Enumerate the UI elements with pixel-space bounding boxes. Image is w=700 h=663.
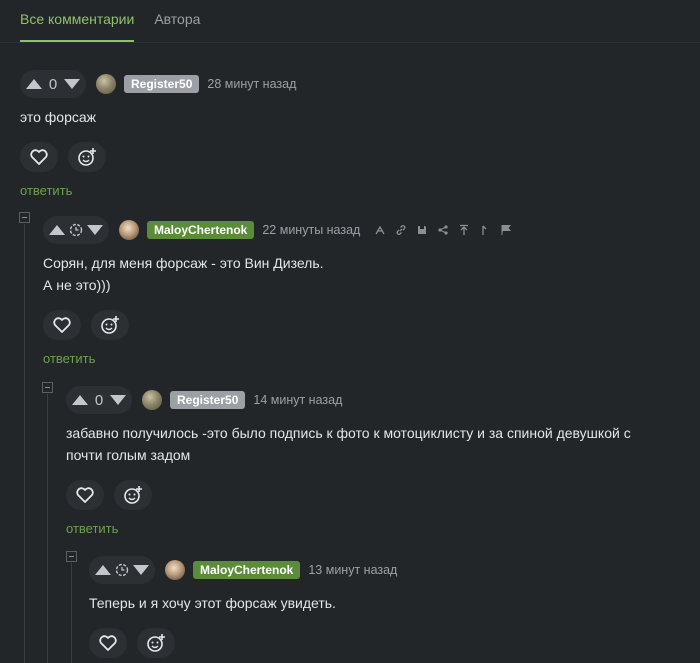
- comment-time[interactable]: 28 минут назад: [207, 77, 296, 91]
- comment-text-line: это форсаж: [20, 109, 97, 125]
- comment-header: MaloyChertenok 22 минуты назад: [43, 216, 512, 244]
- upvote-icon[interactable]: [26, 79, 42, 89]
- avatar[interactable]: [96, 74, 116, 94]
- like-button[interactable]: [66, 480, 104, 510]
- comment-time[interactable]: 22 минуты назад: [262, 223, 360, 237]
- comment-text: забавно получилось -это было подпись к ф…: [66, 422, 631, 466]
- like-button[interactable]: [43, 310, 81, 340]
- comment: 0 Register50 14 минут назад забавно полу…: [66, 386, 631, 536]
- add-reaction-button[interactable]: [137, 628, 175, 658]
- emoji-add-icon: [78, 148, 96, 166]
- rating-control: [43, 216, 109, 244]
- link-icon[interactable]: [395, 224, 407, 236]
- reply-link[interactable]: ответить: [43, 351, 95, 366]
- upvote-icon[interactable]: [72, 395, 88, 405]
- comment-header: 0 Register50 28 минут назад: [20, 70, 296, 98]
- rating-control: 0: [66, 386, 132, 414]
- comment-actions: [20, 142, 296, 172]
- like-button[interactable]: [20, 142, 58, 172]
- comment-header: MaloyChertenok 13 минут назад: [89, 556, 397, 584]
- comment-text-line: А не это))): [43, 277, 111, 293]
- emoji-add-icon: [124, 486, 142, 504]
- comment-text-line: Сорян, для меня форсаж - это Вин Дизель.: [43, 255, 324, 271]
- tab-author[interactable]: Автора: [154, 0, 200, 42]
- add-reaction-button[interactable]: [91, 310, 129, 340]
- collapse-thread-button[interactable]: [66, 551, 77, 562]
- save-icon[interactable]: [416, 224, 428, 236]
- avatar[interactable]: [142, 390, 162, 410]
- downvote-icon[interactable]: [110, 395, 126, 405]
- user-nick[interactable]: Register50: [170, 391, 246, 409]
- emoji-add-icon: [101, 316, 119, 334]
- rating-control: [89, 556, 155, 584]
- collapse-thread-button[interactable]: [19, 212, 30, 223]
- downvote-icon[interactable]: [87, 225, 103, 235]
- clock-icon: [111, 563, 133, 577]
- comment-header: 0 Register50 14 минут назад: [66, 386, 631, 414]
- comment-text: это форсаж: [20, 106, 296, 128]
- like-button[interactable]: [89, 628, 127, 658]
- comment-tabs: Все комментарии Автора: [20, 0, 220, 42]
- comment-text: Теперь и я хочу этот форсаж увидеть.: [89, 592, 397, 614]
- rating-score: 0: [94, 391, 104, 409]
- downvote-icon[interactable]: [64, 79, 80, 89]
- rating-score: 0: [48, 75, 58, 93]
- avatar[interactable]: [119, 220, 139, 240]
- upvote-icon[interactable]: [49, 225, 65, 235]
- heart-icon: [30, 149, 48, 165]
- comment-text-line: Теперь и я хочу этот форсаж увидеть.: [89, 595, 336, 611]
- flag-icon[interactable]: [500, 224, 512, 236]
- user-nick[interactable]: MaloyChertenok: [193, 561, 301, 579]
- avatar[interactable]: [165, 560, 185, 580]
- reply-link[interactable]: ответить: [20, 183, 72, 198]
- comment: MaloyChertenok 22 минуты назад Сорян, дл…: [43, 216, 512, 366]
- thread-line: [71, 563, 72, 663]
- tab-all-comments[interactable]: Все комментарии: [20, 0, 134, 42]
- heart-icon: [53, 317, 71, 333]
- comment-time[interactable]: 13 минут назад: [308, 563, 397, 577]
- comment-text: Сорян, для меня форсаж - это Вин Дизель.…: [43, 252, 512, 296]
- comment-time[interactable]: 14 минут назад: [253, 393, 342, 407]
- comment-actions: [43, 310, 512, 340]
- tabs-divider: [0, 42, 700, 43]
- rating-control: 0: [20, 70, 86, 98]
- heart-icon: [76, 487, 94, 503]
- comment-actions: [66, 480, 631, 510]
- comment: 0 Register50 28 минут назад это форсаж о…: [20, 70, 296, 198]
- branch-icon[interactable]: [374, 224, 386, 236]
- upvote-icon[interactable]: [95, 565, 111, 575]
- add-reaction-button[interactable]: [68, 142, 106, 172]
- comment: MaloyChertenok 13 минут назад Теперь и я…: [89, 556, 397, 658]
- thread-line: [47, 394, 48, 663]
- thread-line: [24, 224, 25, 663]
- reply-link[interactable]: ответить: [66, 521, 118, 536]
- downvote-icon[interactable]: [133, 565, 149, 575]
- user-nick[interactable]: MaloyChertenok: [147, 221, 255, 239]
- emoji-add-icon: [147, 634, 165, 652]
- user-nick[interactable]: Register50: [124, 75, 200, 93]
- comment-tools: [374, 224, 512, 236]
- comment-text-line: почти голым задом: [66, 447, 191, 463]
- heart-icon: [99, 635, 117, 651]
- up-arrow-icon[interactable]: [458, 224, 470, 236]
- add-reaction-button[interactable]: [114, 480, 152, 510]
- parent-arrow-icon[interactable]: [479, 224, 491, 236]
- share-icon[interactable]: [437, 224, 449, 236]
- clock-icon: [65, 223, 87, 237]
- comment-actions: [89, 628, 397, 658]
- collapse-thread-button[interactable]: [42, 382, 53, 393]
- comment-text-line: забавно получилось -это было подпись к ф…: [66, 425, 631, 441]
